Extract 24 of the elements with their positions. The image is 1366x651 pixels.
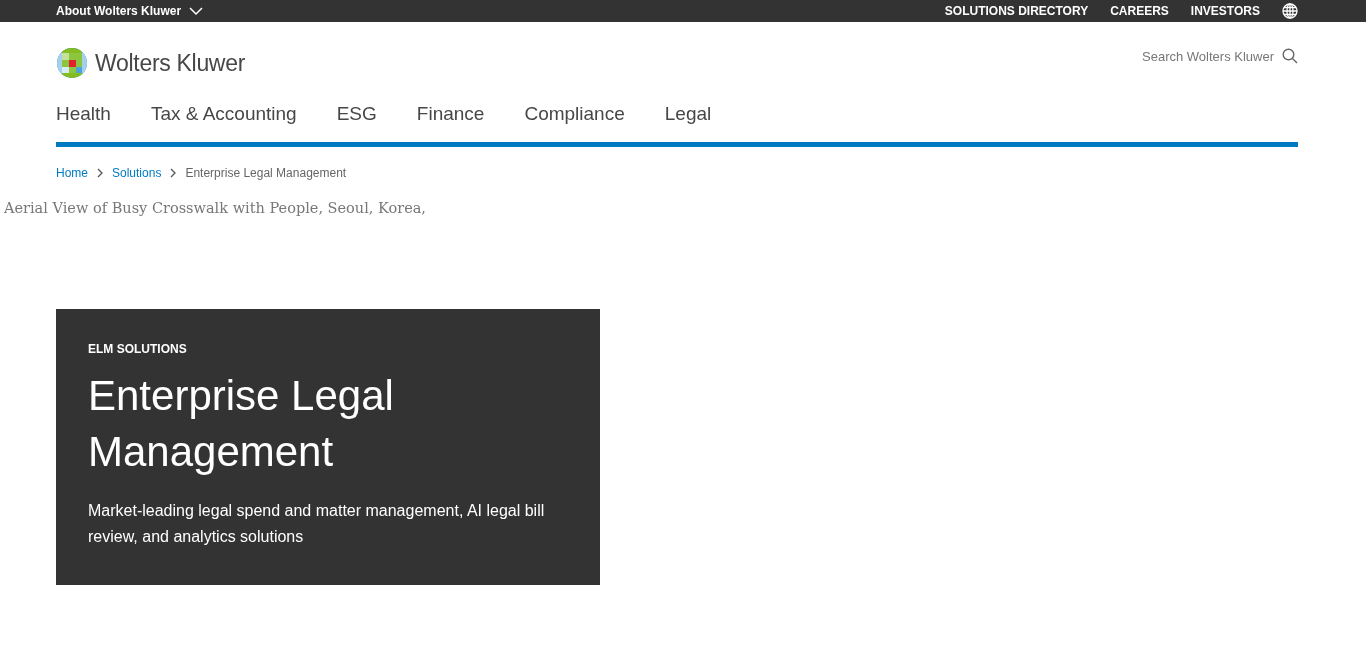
top-link[interactable]: INVESTORS: [1190, 4, 1260, 18]
hero-title: Enterprise Legal Management: [88, 371, 395, 477]
nav-link[interactable]: Compliance: [524, 103, 625, 125]
nav-link[interactable]: Legal: [664, 103, 712, 125]
nav-link[interactable]: Finance: [416, 103, 485, 125]
hero-description: Market-leading legal spend and matter management, AI legal bill review, and analytics solutions: [88, 501, 546, 547]
logo-icon[interactable]: [56, 47, 88, 79]
top-link[interactable]: SOLUTIONS DIRECTORY: [944, 4, 1089, 18]
breadcrumb-link[interactable]: Solutions: [112, 166, 162, 180]
hero-eyebrow: ELM SOLUTIONS: [88, 342, 188, 356]
chevron-right-icon: [170, 168, 177, 178]
nav-link[interactable]: Health: [56, 103, 111, 125]
nav-link[interactable]: Tax & Accounting: [150, 103, 297, 125]
logo-text[interactable]: Wolters Kluwer: [95, 49, 246, 77]
top-link[interactable]: CAREERS: [1110, 4, 1169, 18]
image-alt-text: Aerial View of Busy Crosswalk with People, Seoul, Korea,: [4, 200, 427, 216]
chevron-right-icon: [97, 168, 103, 178]
breadcrumb-current: Enterprise Legal Management: [185, 166, 347, 180]
search-icon[interactable]: [1282, 48, 1298, 64]
globe-icon[interactable]: [1282, 3, 1298, 19]
breadcrumb-link[interactable]: Home: [56, 166, 88, 180]
about-menu[interactable]: About Wolters Kluwer: [56, 4, 204, 18]
chevron-down-icon: [189, 6, 204, 16]
nav-link[interactable]: ESG: [336, 103, 377, 125]
